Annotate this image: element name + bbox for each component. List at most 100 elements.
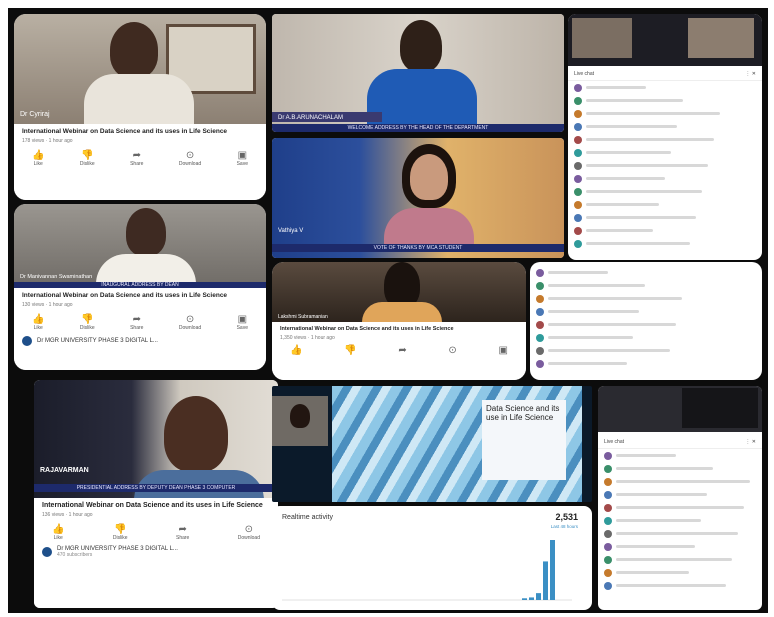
download-button[interactable]: ⊙ Download [179,150,201,167]
like-button[interactable]: 👍 [290,345,302,356]
ticker-banner: VOTE OF THANKS BY MCA STUDENT [272,244,564,252]
chat-message [598,579,762,592]
chat-message [598,501,762,514]
video-title[interactable]: International Webinar on Data Science an… [22,292,258,300]
video-tile-4[interactable]: Dr Manivannan Swaminathan INAUGURAL ADDR… [14,204,266,370]
ticker-banner: PRESIDENTIAL ADDRESS BY DEPUTY DEAN PHAS… [34,484,278,492]
video-feed[interactable]: Dr A.B.ARUNACHALAM WELCOME ADDRESS BY TH… [272,14,564,132]
more-icon[interactable]: ⋮ ✕ [745,71,756,77]
presenter-thumbnail [272,396,328,446]
avatar [536,346,544,355]
share-button[interactable]: ➦ Share [130,150,143,167]
video-title[interactable]: International Webinar on Data Science an… [280,326,518,333]
video-tile-6[interactable]: RAJAVARMAN PRESIDENTIAL ADDRESS BY DEPUT… [34,380,278,608]
analytics-header: Realtime activity [282,514,333,521]
dislike-button[interactable]: 👎 Dislike [80,314,95,331]
avatar [604,490,612,499]
thumbs-down-icon: 👎 [81,150,94,161]
chat-text [616,493,707,496]
avatar [536,307,544,316]
ticker-banner: WELCOME ADDRESS BY THE HEAD OF THE DEPAR… [272,124,564,132]
chat-text [548,297,682,300]
action-bar: 👍 Like 👎 Dislike ➦ Share ⊙ Download [42,524,270,541]
action-bar: 👍 Like 👎 Dislike ➦ Share ⊙ Download ▣ Save [22,314,258,331]
save-icon: ▣ [237,314,248,325]
dislike-button[interactable]: 👎 [344,345,356,356]
avatar [604,516,612,525]
participant-head [110,22,158,78]
chat-text [548,336,633,339]
download-button[interactable]: ⊙ Download [179,314,201,331]
video-tile-3[interactable]: Vathiya V VOTE OF THANKS BY MCA STUDENT [272,138,564,258]
like-button[interactable]: 👍 Like [52,524,64,541]
download-icon: ⊙ [244,524,254,535]
video-tile-1[interactable]: Dr Cyriraj International Webinar on Data… [14,14,266,200]
more-icon[interactable]: ⋮ ✕ [745,439,756,445]
avatar [574,239,582,248]
like-button[interactable]: 👍 Like [32,314,44,331]
channel-row[interactable]: Dr MGR UNIVERSITY PHASE 3 DIGITAL L... 4… [42,546,270,558]
chart-bar [522,598,527,600]
video-info: International Webinar on Data Science an… [34,498,278,608]
save-button[interactable]: ▣ Save [237,314,248,331]
chat-text [586,86,646,89]
speaker-name: Dr Cyriraj [20,111,50,118]
chat-panel-1[interactable]: Live chat ⋮ ✕ [568,14,762,260]
avatar [604,464,612,473]
video-feed[interactable]: Dr Cyriraj [14,14,266,124]
save-icon: ▣ [237,150,248,161]
realtime-count: 2,531 [555,512,578,522]
chat-message [568,133,762,146]
channel-row[interactable]: Dr MGR UNIVERSITY PHASE 3 DIGITAL L... [22,336,258,346]
participant-body [362,302,442,322]
avatar [574,122,582,131]
dislike-button[interactable]: 👎 Dislike [113,524,128,541]
dislike-button[interactable]: 👎 Dislike [80,150,95,167]
slide-tile[interactable]: Data Science and its use in Life Science [272,386,592,502]
download-button[interactable]: ⊙ Download [238,524,260,541]
video-meta: 1,350 views · 1 hour ago [280,335,335,341]
chat-text [616,558,732,561]
share-button[interactable]: ➦ [398,345,406,356]
chat-text [586,177,665,180]
save-button[interactable]: ▣ Save [237,150,248,167]
chat-text [616,532,738,535]
video-title[interactable]: International Webinar on Data Science an… [22,128,258,136]
share-button[interactable]: ➦ Share [130,314,143,331]
chat-text [586,125,677,128]
video-tile-5[interactable]: Lakshmi Subramanian International Webina… [272,262,526,380]
like-button[interactable]: 👍 Like [32,150,44,167]
channel-avatar [22,336,32,346]
chart-bar [550,540,555,600]
chat-text [548,349,670,352]
video-feed[interactable]: RAJAVARMAN PRESIDENTIAL ADDRESS BY DEPUT… [34,380,278,498]
chat-text [586,229,653,232]
chat-message [568,107,762,120]
download-button[interactable]: ⊙ [448,345,456,356]
video-feed[interactable]: Dr Manivannan Swaminathan INAUGURAL ADDR… [14,204,266,288]
chat-message [598,540,762,553]
chat-message [568,237,762,250]
save-button[interactable]: ▣ [499,345,508,356]
save-icon: ▣ [498,345,508,356]
video-feed[interactable]: Vathiya V VOTE OF THANKS BY MCA STUDENT [272,138,564,258]
chat-text [548,362,627,365]
thumbs-down-icon: 👎 [344,345,357,356]
chat-text [586,164,708,167]
video-feed[interactable]: Lakshmi Subramanian [272,262,526,322]
chat-panel-2[interactable] [530,262,762,380]
video-tile-2[interactable]: Dr A.B.ARUNACHALAM WELCOME ADDRESS BY TH… [272,14,564,132]
avatar [536,333,544,342]
participant-body [84,74,194,124]
analytics-tile[interactable]: Realtime activity 2,531 Last 48 hours [272,506,592,610]
webinar-collage: Dr Cyriraj International Webinar on Data… [8,8,768,613]
avatar [536,359,544,368]
chat-messages [598,449,762,592]
video-title[interactable]: International Webinar on Data Science an… [42,502,270,510]
thumbs-up-icon: 👍 [290,345,303,356]
chat-panel-3[interactable]: Live chat ⋮ ✕ [598,386,762,610]
participant-head [126,208,166,256]
download-icon: ⊙ [185,314,195,325]
share-button[interactable]: ➦ Share [176,524,189,541]
action-bar: 👍 Like 👎 Dislike ➦ Share ⊙ Download ▣ Save [22,150,258,167]
